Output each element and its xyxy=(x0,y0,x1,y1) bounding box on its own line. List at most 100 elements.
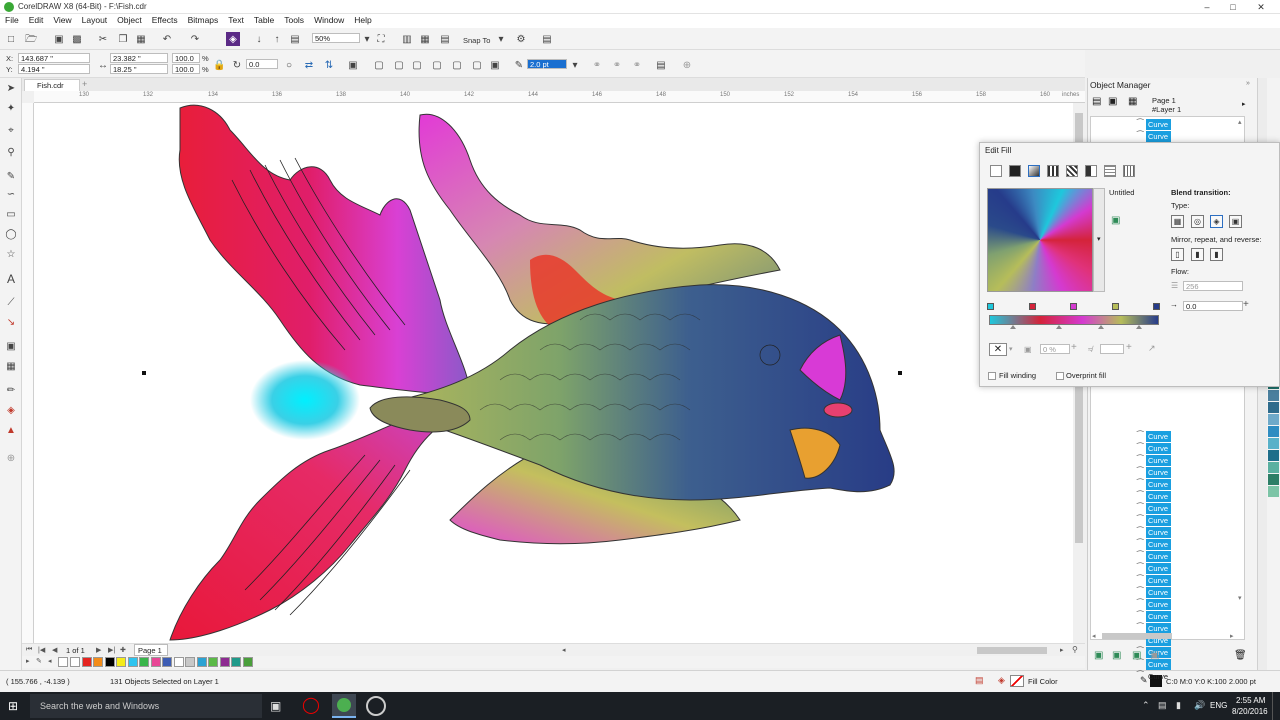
transparency-tool-icon[interactable]: ▦ xyxy=(4,360,18,374)
align-distribute-icon[interactable]: ▤ xyxy=(654,58,668,72)
layer-menu-icon[interactable]: ▸ xyxy=(1242,100,1246,108)
connector-tool-icon[interactable]: ↘ xyxy=(4,316,18,330)
options-gear-icon[interactable]: ⚙ xyxy=(514,32,528,46)
palette-swatch[interactable] xyxy=(185,657,195,667)
horizontal-scroll-thumb[interactable] xyxy=(977,647,1047,654)
intersect-icon[interactable]: ▢ xyxy=(410,58,424,72)
x-position-field[interactable]: 143.687 " xyxy=(18,53,90,63)
menu-edit[interactable]: Edit xyxy=(24,14,49,26)
repeat-icon[interactable]: ▮ xyxy=(1210,248,1223,261)
volume-icon[interactable]: 🔊 xyxy=(1194,700,1205,711)
show-grid-icon[interactable]: ▦ xyxy=(418,32,432,46)
last-page-button[interactable]: ▶| xyxy=(108,646,115,654)
repeat-mirror-icon[interactable]: ▮ xyxy=(1191,248,1204,261)
elliptical-fountain-icon[interactable]: ◎ xyxy=(1191,215,1204,228)
palette-swatch[interactable] xyxy=(196,657,207,667)
midpoint-marker[interactable] xyxy=(1098,325,1104,329)
show-desktop-button[interactable] xyxy=(1272,692,1280,720)
menu-layout[interactable]: Layout xyxy=(77,14,113,26)
palette-scroll-left-icon[interactable]: ◂ xyxy=(48,657,52,665)
coreldraw-taskbar-icon[interactable] xyxy=(332,694,356,718)
customize-toolbox-icon[interactable]: ⊕ xyxy=(4,452,18,466)
weld-icon[interactable]: ▢ xyxy=(372,58,386,72)
document-palette-swatch[interactable] xyxy=(1268,414,1279,425)
palette-swatch[interactable] xyxy=(162,657,172,667)
document-palette-swatch[interactable] xyxy=(1268,390,1279,401)
object-row-curve[interactable]: Curve xyxy=(1146,539,1171,550)
export-icon[interactable]: ↑ xyxy=(270,32,284,46)
menu-bitmaps[interactable]: Bitmaps xyxy=(183,14,224,26)
palette-swatch[interactable] xyxy=(139,657,149,667)
break-apart-icon[interactable]: ⚭ xyxy=(590,58,604,72)
palette-swatch[interactable] xyxy=(173,657,184,667)
clock-date[interactable]: 8/20/2016 xyxy=(1232,707,1268,716)
close-button[interactable]: ✕ xyxy=(1250,1,1272,13)
midpoint-marker[interactable] xyxy=(1010,325,1016,329)
show-rulers-icon[interactable]: ▥ xyxy=(400,32,414,46)
texture-fill-icon[interactable] xyxy=(1104,165,1116,177)
new-master-layer-icon[interactable]: ▣ xyxy=(1112,650,1121,661)
copy-icon[interactable]: ❐ xyxy=(116,32,130,46)
undo-icon[interactable]: ↶ xyxy=(160,32,174,46)
palette-swatch[interactable] xyxy=(81,657,92,667)
scale-height-field[interactable]: 100.0 xyxy=(172,64,200,74)
add-page-icon[interactable]: ✚ xyxy=(120,646,126,654)
drawing-canvas[interactable] xyxy=(34,103,1073,643)
page-1-tab[interactable]: Page 1 xyxy=(134,644,168,656)
minimize-button[interactable]: – xyxy=(1196,1,1218,13)
vector-pattern-fill-icon[interactable] xyxy=(1047,165,1059,177)
save-icon[interactable]: ▣ xyxy=(52,32,66,46)
layer-manager-view-icon[interactable]: ▦ xyxy=(1128,96,1137,107)
object-row-curve[interactable]: Curve xyxy=(1146,575,1171,586)
ellipse-tool-icon[interactable]: ◯ xyxy=(4,228,18,242)
palette-swatch[interactable] xyxy=(150,657,161,667)
palette-swatch[interactable] xyxy=(93,657,103,667)
language-indicator[interactable]: ENG xyxy=(1210,701,1227,710)
palette-swatch[interactable] xyxy=(208,657,218,667)
horizontal-ruler[interactable]: 130 132 134 136 138 140 142 144 146 148 … xyxy=(34,91,1085,103)
palette-swatch[interactable] xyxy=(219,657,230,667)
object-row-curve[interactable]: Curve xyxy=(1146,131,1171,142)
new-document-icon[interactable]: □ xyxy=(4,32,18,46)
group-icon[interactable]: ▣ xyxy=(346,58,360,72)
object-row-curve-unselected[interactable]: Curve xyxy=(1146,671,1171,682)
first-page-button[interactable]: |◀ xyxy=(38,646,45,654)
drop-shadow-tool-icon[interactable]: ▣ xyxy=(4,340,18,354)
rectangular-fountain-icon[interactable]: ▣ xyxy=(1229,215,1242,228)
midpoint-field[interactable] xyxy=(1100,344,1124,354)
menu-text[interactable]: Text xyxy=(223,14,249,26)
paste-icon[interactable]: ▦ xyxy=(134,32,148,46)
task-view-icon[interactable]: ▣ xyxy=(270,699,281,713)
two-color-pattern-fill-icon[interactable] xyxy=(1085,165,1097,177)
show-properties-icon[interactable]: ▤ xyxy=(1092,96,1101,107)
node-position-add-icon[interactable]: + xyxy=(1071,342,1077,353)
gradient-color-node[interactable] xyxy=(1111,303,1119,310)
menu-window[interactable]: Window xyxy=(309,14,349,26)
show-hidden-icons-icon[interactable]: ⌃ xyxy=(1142,700,1150,711)
cut-icon[interactable]: ✂ xyxy=(96,32,110,46)
object-row-curve[interactable]: Curve xyxy=(1146,611,1171,622)
palette-options-icon[interactable]: ✎ xyxy=(36,657,42,665)
parallel-dimension-tool-icon[interactable]: ⟋ xyxy=(4,296,18,310)
zoom-dropdown-icon[interactable]: ▾ xyxy=(360,32,374,46)
rotation-field[interactable]: 0.0 xyxy=(246,59,278,69)
lock-ratio-icon[interactable]: 🔒 xyxy=(212,58,226,72)
save-preset-icon[interactable]: ▣ xyxy=(1111,215,1120,226)
docker-collapse-icon[interactable]: » xyxy=(1246,80,1250,87)
search-box[interactable]: Search the web and Windows xyxy=(30,694,262,718)
fish-illustration[interactable] xyxy=(34,103,1073,643)
rectangle-tool-icon[interactable]: ▭ xyxy=(4,208,18,222)
fountain-fill-icon[interactable] xyxy=(1028,165,1040,177)
scroll-right-icon[interactable]: ▸ xyxy=(1060,646,1064,654)
tree-scroll-down-icon[interactable]: ▾ xyxy=(1238,594,1242,602)
combine-icon[interactable]: ⚭ xyxy=(610,58,624,72)
clock-time[interactable]: 2:55 AM xyxy=(1236,696,1265,705)
document-palette-swatch[interactable] xyxy=(1268,450,1279,461)
trim-icon[interactable]: ▢ xyxy=(392,58,406,72)
pick-tool-icon[interactable]: ➤ xyxy=(4,82,18,96)
palette-swatch[interactable] xyxy=(127,657,138,667)
add-preset-icon[interactable]: ⊕ xyxy=(680,58,694,72)
new-master-layer-even-icon[interactable]: ▣ xyxy=(1132,650,1141,661)
object-row-curve[interactable]: Curve xyxy=(1146,503,1171,514)
palette-swatch[interactable] xyxy=(242,657,253,667)
